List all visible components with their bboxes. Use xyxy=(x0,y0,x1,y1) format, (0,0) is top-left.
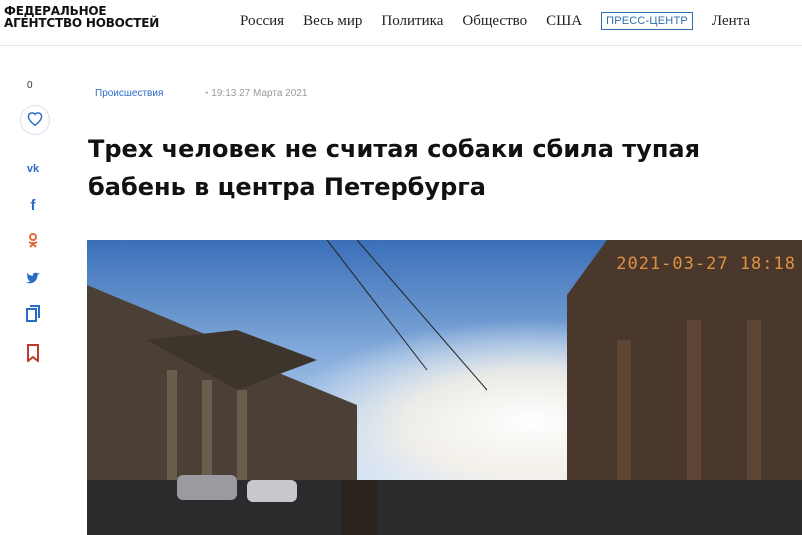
share-facebook-button[interactable]: f xyxy=(24,196,42,214)
main-nav: Россия Весь мир Политика Общество США ПР… xyxy=(240,12,769,30)
nav-item-russia[interactable]: Россия xyxy=(240,13,284,30)
article-datetime: • 19:13 27 Марта 2021 xyxy=(205,88,307,99)
site-header: ФЕДЕРАЛЬНОЕ АГЕНТСТВО НОВОСТЕЙ Россия Ве… xyxy=(0,0,802,46)
bullet-dot-icon: • xyxy=(205,88,209,99)
logo-line-2: АГЕНТСТВО НОВОСТЕЙ xyxy=(4,16,160,30)
article-category[interactable]: Происшествия xyxy=(95,88,163,99)
article-title: Трех человек не считая собаки сбила тупа… xyxy=(88,130,778,206)
copy-link-button[interactable] xyxy=(24,304,42,326)
nav-item-usa[interactable]: США xyxy=(546,13,582,30)
site-logo[interactable]: ФЕДЕРАЛЬНОЕ АГЕНТСТВО НОВОСТЕЙ xyxy=(4,5,159,29)
vk-icon: vk xyxy=(26,163,40,175)
share-twitter-button[interactable] xyxy=(24,271,42,289)
article-title-line-1: Трех человек не считая собаки сбила тупа… xyxy=(88,135,700,163)
facebook-icon: f xyxy=(30,196,36,214)
bookmark-icon xyxy=(27,343,39,365)
like-button[interactable] xyxy=(20,105,50,135)
nav-item-society[interactable]: Общество xyxy=(462,13,527,30)
nav-item-politics[interactable]: Политика xyxy=(381,13,443,30)
nav-item-press-center[interactable]: ПРЕСС-ЦЕНТР xyxy=(601,12,693,30)
nav-item-world[interactable]: Весь мир xyxy=(303,13,362,30)
likes-count: 0 xyxy=(27,80,33,91)
article-time: 19:13 xyxy=(211,88,237,99)
bookmark-button[interactable] xyxy=(24,343,42,365)
copy-icon xyxy=(26,304,40,326)
street-photo-illustration xyxy=(87,240,802,535)
nav-item-feed[interactable]: Лента xyxy=(712,13,750,30)
share-odnoklassniki-button[interactable] xyxy=(24,232,42,252)
article-photo: 2021-03-27 18:18 xyxy=(87,240,802,535)
twitter-icon xyxy=(25,272,41,289)
article-date: 27 Марта 2021 xyxy=(239,88,308,99)
camera-timestamp: 2021-03-27 18:18 xyxy=(616,254,796,274)
article-title-line-2: бабень в центра Петербурга xyxy=(88,173,486,201)
heart-icon xyxy=(26,110,44,131)
odnoklassniki-icon xyxy=(27,232,39,252)
share-vk-button[interactable]: vk xyxy=(24,160,42,178)
